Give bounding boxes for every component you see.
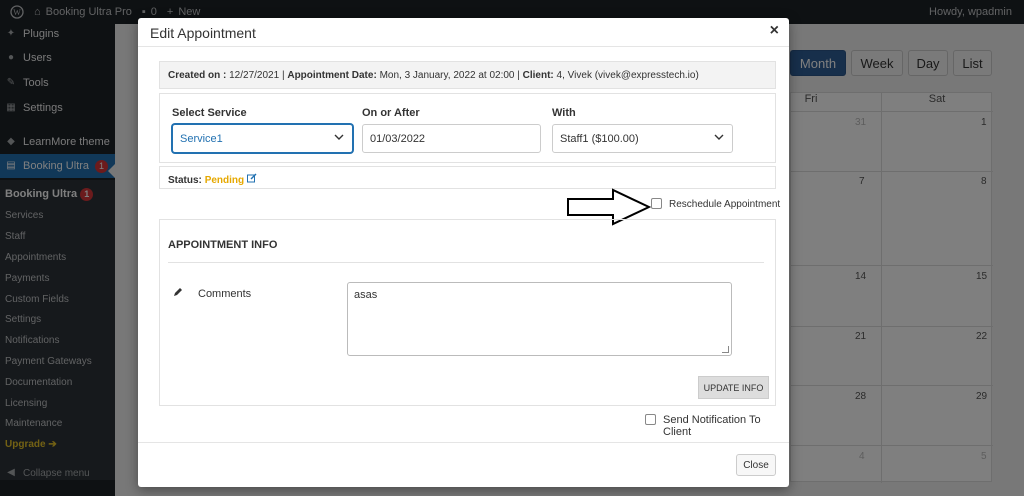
reschedule-label[interactable]: Reschedule Appointment bbox=[669, 199, 780, 210]
modal-title: Edit Appointment bbox=[150, 25, 256, 41]
appointment-info-panel: APPOINTMENT INFO Comments asas UPDATE IN… bbox=[159, 219, 776, 406]
close-icon[interactable]: × bbox=[770, 22, 779, 40]
resize-handle-icon[interactable] bbox=[722, 346, 729, 353]
appointment-info-title: APPOINTMENT INFO bbox=[168, 239, 278, 251]
pencil-icon bbox=[173, 287, 183, 300]
info-divider bbox=[168, 262, 764, 263]
appointment-meta: Created on : 12/27/2021 | Appointment Da… bbox=[159, 61, 776, 89]
select-service-label: Select Service bbox=[172, 107, 247, 119]
send-notification-checkbox[interactable] bbox=[645, 414, 656, 425]
send-notification-label[interactable]: Send Notification To Client bbox=[663, 414, 789, 438]
status-badge: Pending bbox=[204, 175, 245, 186]
comments-label: Comments bbox=[198, 288, 252, 300]
on-or-after-label: On or After bbox=[362, 107, 420, 119]
edit-appointment-modal: Edit Appointment × Created on : 12/27/20… bbox=[138, 18, 789, 487]
with-label: With bbox=[552, 107, 576, 119]
update-info-button[interactable]: UPDATE INFO bbox=[698, 376, 769, 399]
chevron-down-icon bbox=[714, 133, 724, 144]
edit-status-icon[interactable] bbox=[246, 173, 257, 186]
staff-select[interactable]: Staff1 ($100.00) bbox=[552, 124, 733, 153]
service-select[interactable]: Service1 bbox=[172, 124, 353, 153]
status-row: Status: Pending bbox=[159, 166, 776, 189]
comments-textarea[interactable]: asas bbox=[347, 282, 732, 356]
chevron-down-icon bbox=[334, 133, 344, 144]
date-input[interactable]: 01/03/2022 bbox=[362, 124, 541, 153]
modal-header-divider bbox=[138, 46, 789, 47]
modal-footer-divider bbox=[138, 442, 789, 443]
close-button[interactable]: Close bbox=[736, 454, 776, 476]
reschedule-checkbox[interactable] bbox=[651, 198, 662, 209]
appointment-fields: Select Service Service1 On or After 01/0… bbox=[159, 93, 776, 163]
